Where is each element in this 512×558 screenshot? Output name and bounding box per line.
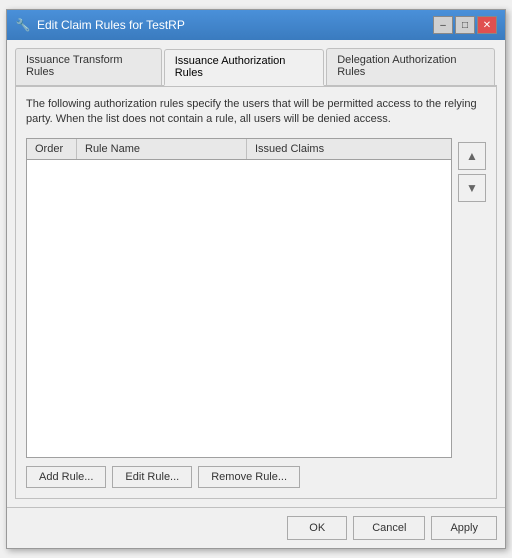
move-down-button[interactable]: ▼: [458, 174, 486, 202]
close-button[interactable]: ✕: [477, 16, 497, 34]
edit-rule-button[interactable]: Edit Rule...: [112, 466, 192, 488]
tab-bar: Issuance Transform Rules Issuance Author…: [15, 48, 497, 87]
title-buttons: – □ ✕: [433, 16, 497, 34]
maximize-button[interactable]: □: [455, 16, 475, 34]
bottom-bar: OK Cancel Apply: [7, 507, 505, 548]
tab-issuance-authorization[interactable]: Issuance Authorization Rules: [164, 49, 324, 86]
description-text: The following authorization rules specif…: [26, 97, 486, 128]
window-content: Issuance Transform Rules Issuance Author…: [7, 40, 505, 507]
minimize-button[interactable]: –: [433, 16, 453, 34]
column-issued-claims: Issued Claims: [247, 139, 451, 159]
remove-rule-button[interactable]: Remove Rule...: [198, 466, 300, 488]
side-buttons: ▲ ▼: [458, 138, 486, 458]
cancel-button[interactable]: Cancel: [353, 516, 425, 540]
tab-issuance-transform[interactable]: Issuance Transform Rules: [15, 48, 162, 85]
column-order: Order: [27, 139, 77, 159]
table-header: Order Rule Name Issued Claims: [27, 139, 451, 160]
action-buttons: Add Rule... Edit Rule... Remove Rule...: [26, 466, 486, 488]
tab-delegation-authorization[interactable]: Delegation Authorization Rules: [326, 48, 495, 85]
window-icon: 🔧: [15, 17, 31, 33]
main-window: 🔧 Edit Claim Rules for TestRP – □ ✕ Issu…: [6, 9, 506, 549]
arrow-up-icon: ▲: [466, 149, 478, 163]
move-up-button[interactable]: ▲: [458, 142, 486, 170]
window-title: Edit Claim Rules for TestRP: [37, 18, 185, 32]
main-area: Order Rule Name Issued Claims ▲ ▼: [26, 138, 486, 458]
apply-button[interactable]: Apply: [431, 516, 497, 540]
tab-content: The following authorization rules specif…: [15, 87, 497, 499]
title-bar: 🔧 Edit Claim Rules for TestRP – □ ✕: [7, 10, 505, 40]
arrow-down-icon: ▼: [466, 181, 478, 195]
column-rule-name: Rule Name: [77, 139, 247, 159]
rules-table: Order Rule Name Issued Claims: [26, 138, 452, 458]
add-rule-button[interactable]: Add Rule...: [26, 466, 106, 488]
ok-button[interactable]: OK: [287, 516, 347, 540]
table-body: [27, 160, 451, 457]
title-bar-left: 🔧 Edit Claim Rules for TestRP: [15, 17, 185, 33]
